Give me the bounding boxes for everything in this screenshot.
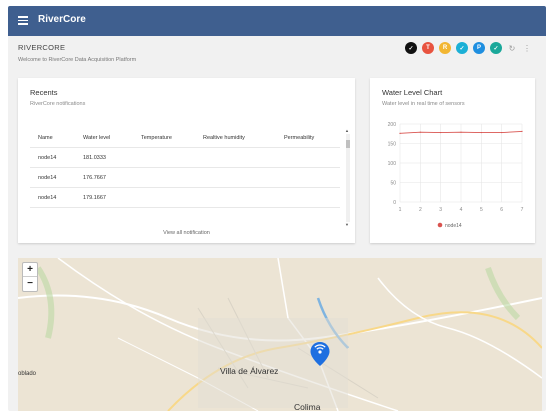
chart-title: Water Level Chart (382, 88, 443, 97)
map-label-oblado: oblado (18, 371, 37, 377)
more-vert-icon[interactable]: ⋮ (522, 44, 532, 53)
page-title: RIVERCORE (18, 43, 66, 52)
table-header: Name Water level Temperature Realtive hu… (30, 128, 340, 148)
map-label-colima: Colima (294, 402, 321, 411)
chart-subtitle: Water level in real time of sensors (382, 101, 465, 107)
recents-title: Recents (30, 88, 58, 97)
col-permeability[interactable]: Permeability (284, 135, 314, 141)
x-tick-label: 6 (500, 207, 503, 213)
data-point (419, 131, 421, 133)
col-name[interactable]: Name (38, 135, 53, 141)
x-tick-label: 2 (419, 207, 422, 213)
app-title: RiverCore (38, 14, 86, 25)
data-point (501, 131, 503, 134)
y-tick-label: 100 (388, 161, 397, 167)
scroll-up-icon[interactable]: ▲ (345, 128, 349, 133)
cell-water-level: 179.1667 (83, 195, 106, 201)
table-row[interactable]: node14 179.1667 (30, 188, 340, 208)
x-tick-label: 1 (399, 207, 402, 213)
zoom-in-button[interactable]: + (23, 263, 37, 277)
x-tick-label: 4 (460, 207, 463, 213)
status-dot-check-black[interactable]: ✓ (405, 42, 417, 54)
status-toolbar: ✓ T R ✓ P ✓ ↻ ⋮ (405, 42, 532, 54)
cell-water-level: 181.0333 (83, 155, 106, 161)
y-tick-label: 150 (388, 142, 397, 148)
map-label-villa: Villa de Álvarez (220, 366, 279, 376)
cell-name: node14 (38, 155, 57, 161)
page-subtitle: Welcome to RiverCore Data Acquisition Pl… (18, 57, 137, 63)
legend-label: node14 (445, 223, 462, 229)
y-tick-label: 0 (393, 200, 396, 206)
cell-name: node14 (38, 175, 57, 181)
data-point (460, 131, 462, 133)
recents-subtitle: RiverCore notifications (30, 101, 86, 107)
data-point (399, 132, 401, 134)
status-dot-p[interactable]: P (473, 42, 485, 54)
zoom-out-button[interactable]: − (23, 277, 37, 291)
y-tick-label: 50 (390, 181, 396, 187)
map-view[interactable]: + − Villa de Álvarez Colima oblado (18, 258, 542, 411)
cell-water-level: 176.7667 (83, 175, 106, 181)
col-water-level[interactable]: Water level (83, 135, 110, 141)
status-dot-check-cyan[interactable]: ✓ (456, 42, 468, 54)
map-zoom-control: + − (22, 262, 38, 292)
x-tick-label: 5 (480, 207, 483, 213)
app-window: RiverCore RIVERCORE Welcome to RiverCore… (8, 6, 546, 411)
col-temperature[interactable]: Temperature (141, 135, 172, 141)
data-point (521, 130, 523, 133)
recents-card: Recents RiverCore notifications Name Wat… (18, 78, 355, 243)
menu-icon[interactable] (18, 16, 28, 25)
cell-name: node14 (38, 195, 57, 201)
table-row[interactable]: node14 176.7667 (30, 168, 340, 188)
notifications-table: Name Water level Temperature Realtive hu… (30, 128, 340, 223)
table-row[interactable]: node14 181.0333 (30, 148, 340, 168)
data-point (440, 131, 442, 134)
water-level-card: Water Level Chart Water level in real ti… (370, 78, 535, 243)
status-dot-t[interactable]: T (422, 42, 434, 54)
table-scrollbar[interactable] (346, 134, 350, 222)
status-dot-r[interactable]: R (439, 42, 451, 54)
col-humidity[interactable]: Realtive humidity (203, 135, 245, 141)
y-tick-label: 200 (388, 122, 397, 128)
scrollbar-thumb[interactable] (346, 140, 350, 148)
x-tick-label: 3 (439, 207, 442, 213)
data-point (480, 131, 482, 134)
x-tick-label: 7 (521, 207, 524, 213)
water-level-chart: 0 50 100 150 200 1 2 3 4 5 6 7 node14 (388, 122, 524, 229)
refresh-icon[interactable]: ↻ (507, 44, 517, 53)
status-dot-check-teal[interactable]: ✓ (490, 42, 502, 54)
scroll-down-icon[interactable]: ▼ (345, 222, 349, 227)
view-all-link[interactable]: View all notification (18, 230, 355, 236)
legend-swatch (437, 222, 443, 228)
top-bar: RiverCore (8, 6, 546, 36)
map-canvas[interactable] (18, 258, 542, 411)
sensor-location-pin-icon[interactable] (310, 342, 330, 366)
